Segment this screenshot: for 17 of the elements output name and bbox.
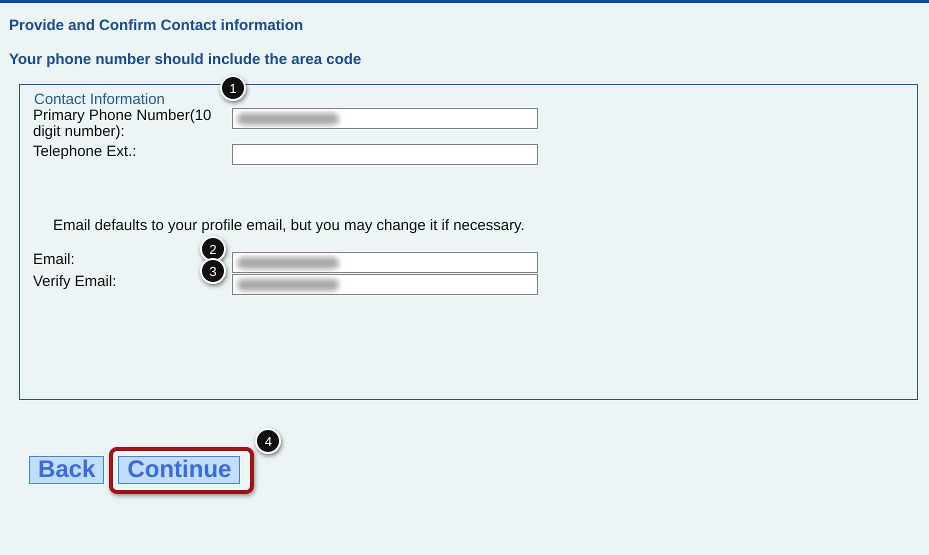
help-text: Email defaults to your profile email, but you may change it if necessary.	[53, 217, 525, 234]
page-subtitle: Your phone number should include the area code	[8, 50, 362, 68]
nav-button[interactable]: Back	[29, 456, 104, 484]
callout-badge: 3	[200, 258, 226, 284]
input-field[interactable]	[232, 274, 538, 295]
callout-badge: 4	[255, 428, 282, 454]
callout-badge: 2	[200, 236, 226, 262]
page-title: Provide and Confirm Contact information	[8, 16, 304, 34]
input-field[interactable]	[232, 252, 538, 273]
input-field[interactable]	[232, 144, 538, 165]
field-label: Telephone Ext.:	[33, 144, 138, 160]
field-label: Primary Phone Number(10 digit number):	[33, 108, 212, 140]
callout-badge: 1	[220, 75, 246, 101]
input-field[interactable]	[232, 108, 538, 129]
nav-button[interactable]: Continue	[118, 456, 240, 484]
field-label: Verify Email:	[33, 274, 118, 290]
field-label: Email:	[33, 252, 76, 268]
